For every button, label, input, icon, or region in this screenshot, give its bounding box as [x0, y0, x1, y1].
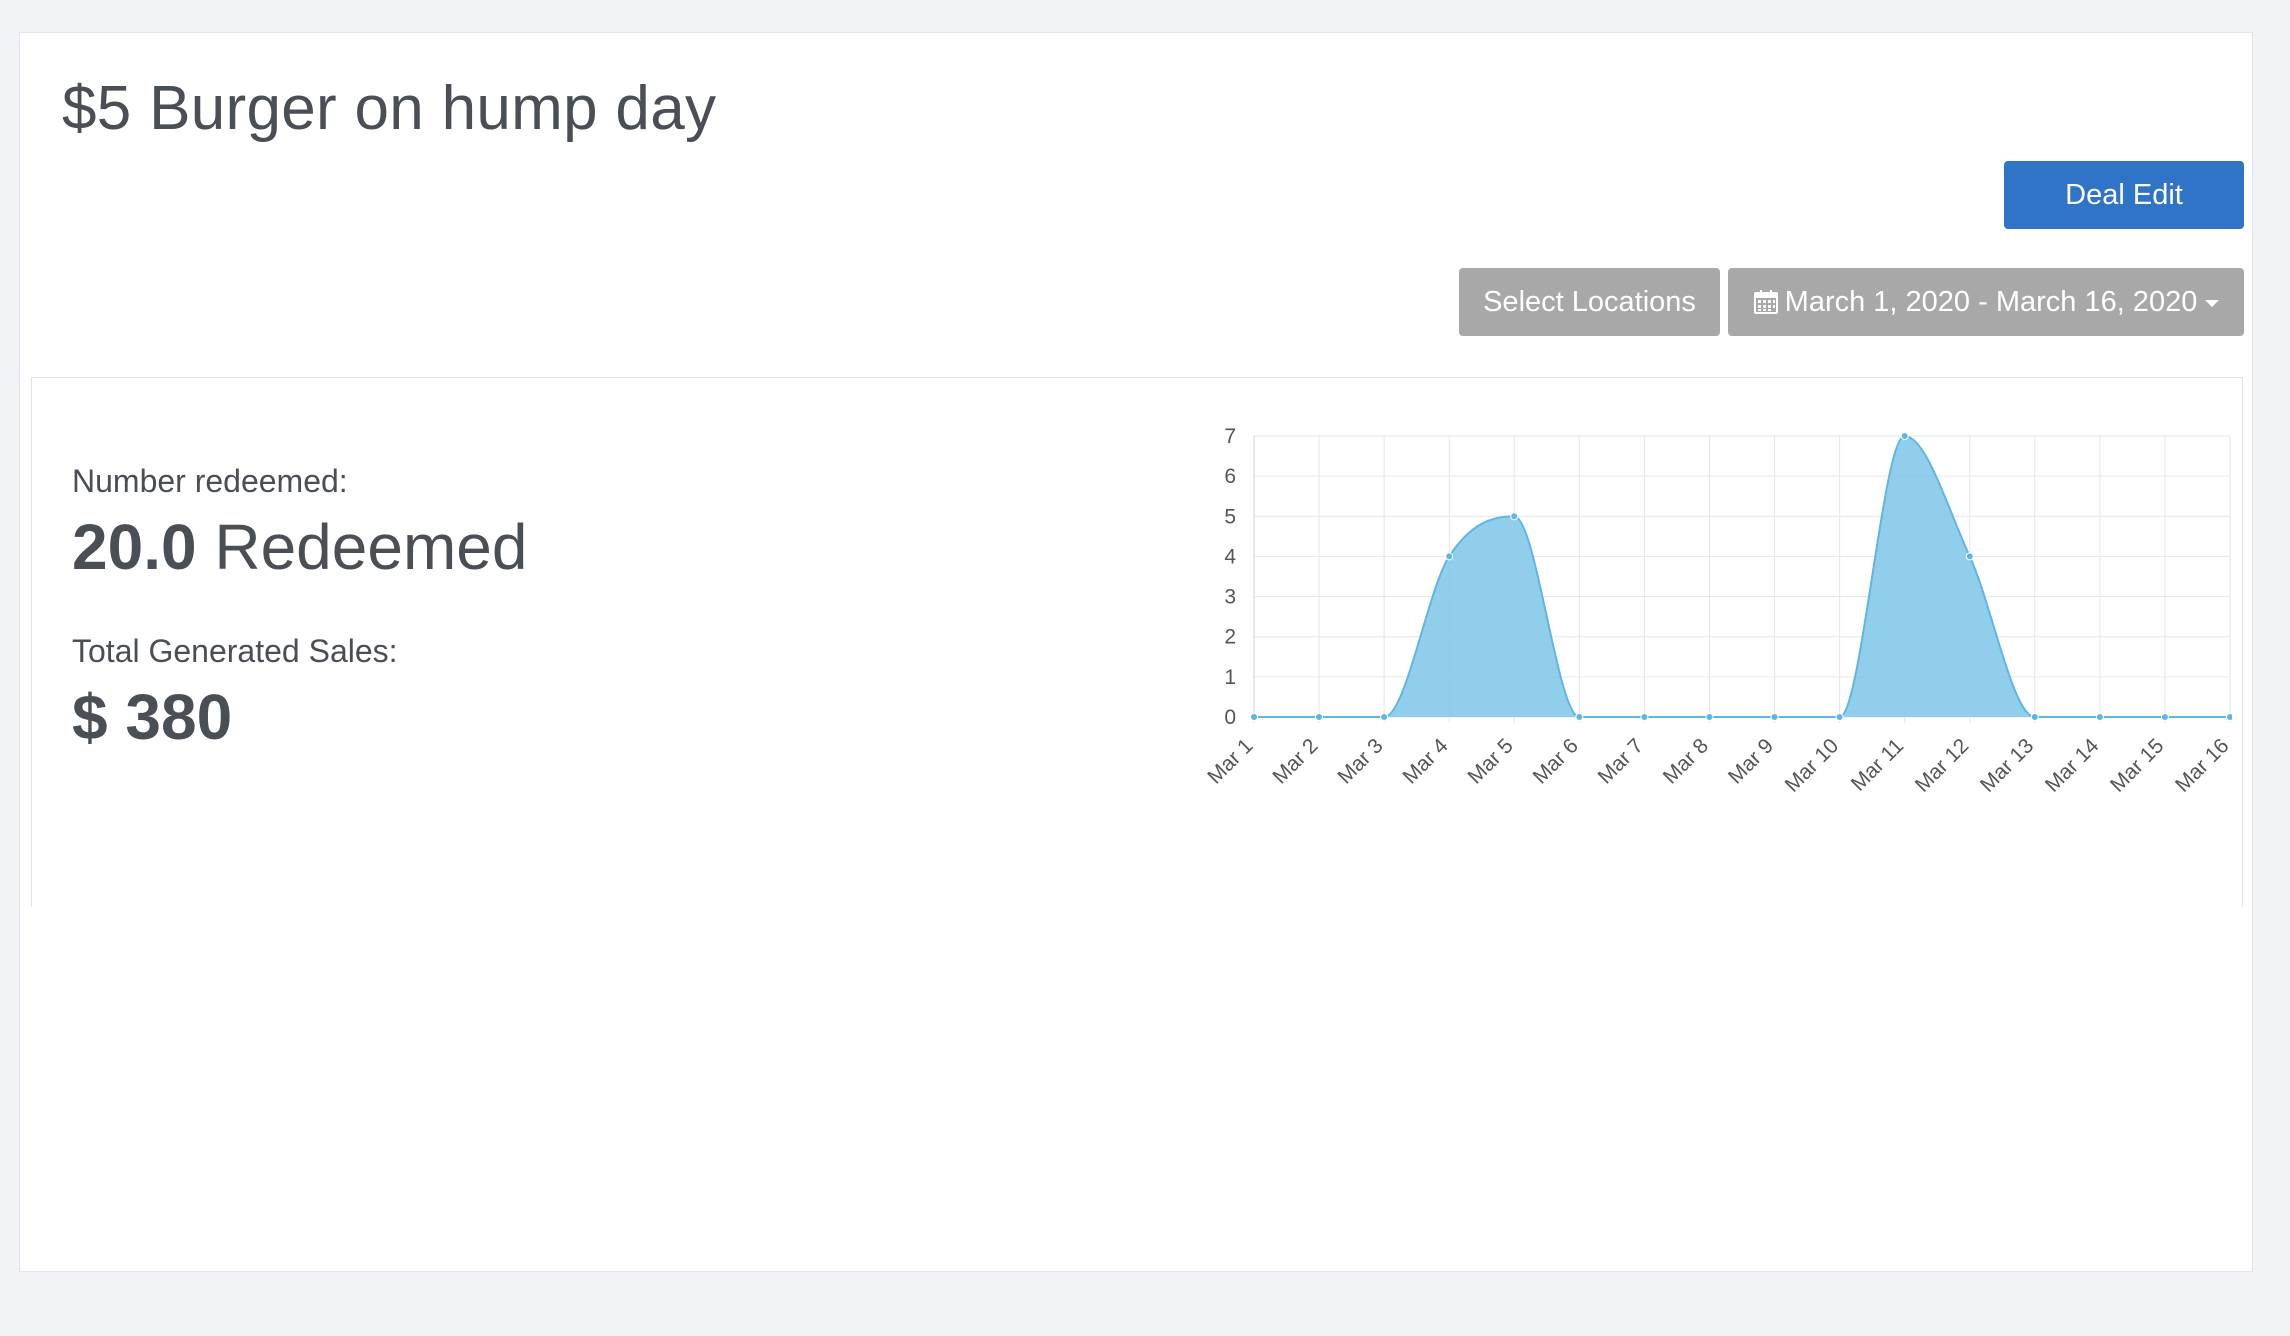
y-tick-label: 3 — [1224, 586, 1236, 609]
x-tick-label: Mar 9 — [1724, 734, 1778, 788]
x-tick-label: Mar 1 — [1203, 734, 1257, 788]
x-tick-label: Mar 16 — [2171, 734, 2232, 796]
x-tick-label: Mar 15 — [2106, 734, 2168, 796]
data-point — [2160, 713, 2169, 721]
calendar-icon — [1753, 290, 1778, 314]
data-point — [1250, 713, 1258, 721]
data-point — [1380, 713, 1389, 721]
data-point — [1965, 552, 1974, 561]
x-tick-label: Mar 13 — [1976, 734, 2038, 796]
x-tick-label: Mar 5 — [1464, 734, 1518, 788]
x-tick-label: Mar 4 — [1399, 734, 1453, 788]
x-tick-label: Mar 3 — [1333, 734, 1387, 788]
data-point — [2030, 713, 2039, 721]
number-redeemed-label: Number redeemed: — [72, 463, 348, 499]
y-tick-label: 4 — [1224, 545, 1236, 568]
date-range-picker[interactable]: March 1, 2020 - March 16, 2020 — [1728, 268, 2244, 336]
y-tick-label: 6 — [1224, 465, 1236, 488]
y-tick-label: 7 — [1224, 428, 1236, 448]
series-area — [1254, 436, 2230, 717]
y-tick-label: 1 — [1224, 666, 1236, 689]
total-sales-value: $ 380 — [72, 680, 232, 754]
series-line — [1254, 434, 2230, 718]
y-tick-label: 0 — [1224, 706, 1236, 729]
redemptions-chart: 0 1 2 3 4 5 6 7 Mar 1 Mar 2 Mar 3 Mar 4 Mar 5 Mar 6 Ma… — [1182, 428, 2232, 848]
stats-panel: Number redeemed: 20.0 Redeemed Total Gen… — [31, 377, 2243, 907]
redeemed-count: 20.0 — [72, 511, 197, 583]
data-point — [2226, 713, 2232, 721]
x-tick-label: Mar 10 — [1781, 734, 1843, 796]
data-point — [1835, 713, 1844, 721]
sales-amount: $ 380 — [72, 681, 233, 753]
x-tick-label: Mar 7 — [1594, 734, 1648, 788]
y-tick-label: 2 — [1224, 626, 1236, 649]
x-tick-label: Mar 12 — [1911, 734, 1973, 796]
data-point — [1315, 713, 1324, 721]
x-tick-label: Mar 2 — [1268, 734, 1322, 788]
total-sales-label: Total Generated Sales: — [72, 633, 398, 669]
data-point — [2095, 713, 2104, 721]
x-tick-label: Mar 11 — [1847, 734, 1908, 795]
date-range-label: March 1, 2020 - March 16, 2020 — [1784, 285, 2198, 318]
data-point — [1705, 713, 1714, 721]
x-tick-label: Mar 6 — [1529, 734, 1583, 788]
page-title: $5 Burger on hump day — [62, 74, 717, 143]
x-tick-label: Mar 8 — [1659, 734, 1713, 788]
data-point — [1445, 552, 1454, 561]
data-point — [1900, 432, 1909, 440]
redeemed-unit: Redeemed — [214, 511, 528, 583]
select-locations-button[interactable]: Select Locations — [1459, 268, 1720, 336]
deal-card: $5 Burger on hump day Deal Edit Select L… — [19, 32, 2253, 1272]
y-tick-label: 5 — [1224, 505, 1236, 528]
data-point — [1510, 512, 1519, 521]
caret-down-icon — [2205, 299, 2220, 307]
redemptions-chart-svg: 01234567Mar 1 Mar 2 Mar 3 Mar 4 Mar 5 Mar 6 Ma… — [1203, 428, 2232, 797]
data-point — [1575, 713, 1584, 721]
data-point — [1770, 713, 1779, 721]
data-point — [1640, 713, 1649, 721]
number-redeemed-value: 20.0 Redeemed — [72, 510, 527, 584]
deal-edit-button[interactable]: Deal Edit — [2004, 161, 2244, 229]
x-tick-label: Mar 14 — [2041, 734, 2104, 797]
